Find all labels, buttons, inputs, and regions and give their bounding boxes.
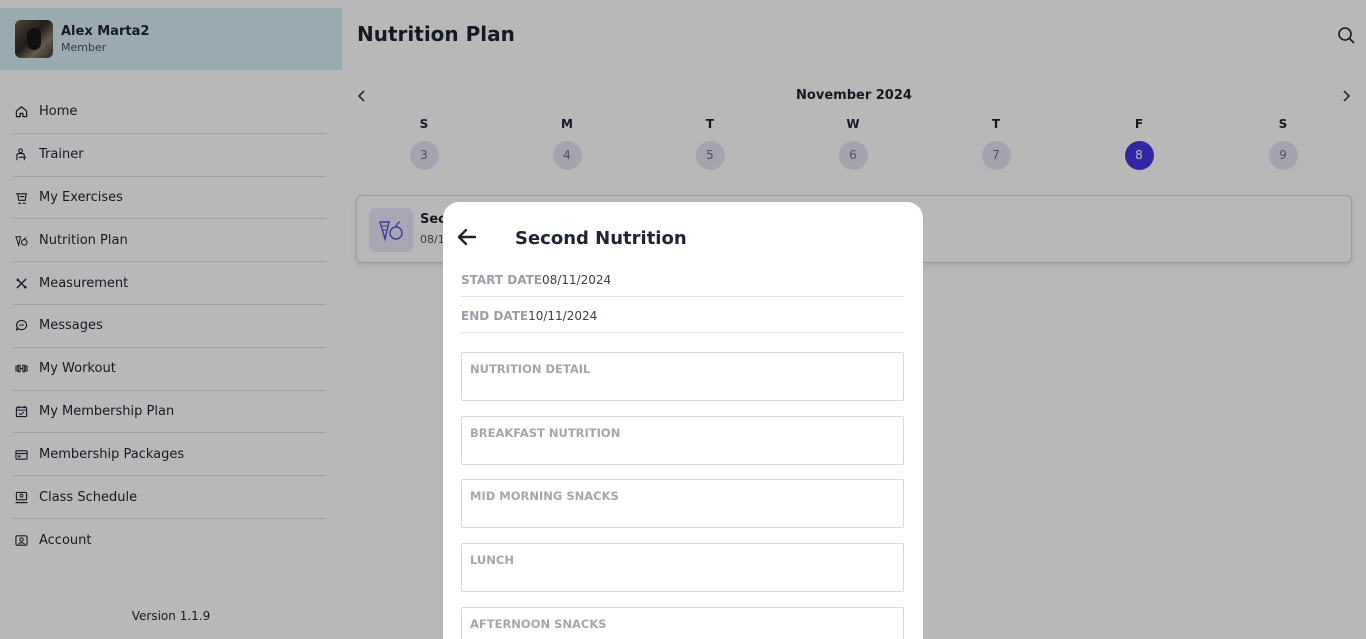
afternoon-snacks-field[interactable]: AFTERNOON SNACKS [461, 607, 904, 639]
end-date-label: END DATE [461, 308, 529, 323]
nutrition-detail-modal: Second Nutrition START DATE 08/11/2024 E… [443, 202, 923, 639]
field-label: BREAKFAST NUTRITION [470, 426, 621, 440]
modal-title: Second Nutrition [515, 228, 687, 249]
start-date-row: START DATE 08/11/2024 [461, 263, 904, 297]
end-date-row: END DATE 10/11/2024 [461, 299, 904, 333]
end-date-value: 10/11/2024 [528, 308, 598, 323]
start-date-value: 08/11/2024 [541, 272, 612, 287]
mid-morning-snacks-field[interactable]: MID MORNING SNACKS [461, 479, 904, 528]
field-label: NUTRITION DETAIL [470, 362, 591, 376]
nutrition-detail-field[interactable]: NUTRITION DETAIL [461, 352, 904, 401]
breakfast-nutrition-field[interactable]: BREAKFAST NUTRITION [461, 416, 904, 465]
back-arrow-icon[interactable] [457, 228, 477, 246]
field-label: MID MORNING SNACKS [470, 489, 619, 503]
field-label: AFTERNOON SNACKS [470, 617, 607, 631]
start-date-label: START DATE [461, 272, 542, 287]
lunch-field[interactable]: LUNCH [461, 543, 904, 592]
field-label: LUNCH [470, 553, 514, 567]
